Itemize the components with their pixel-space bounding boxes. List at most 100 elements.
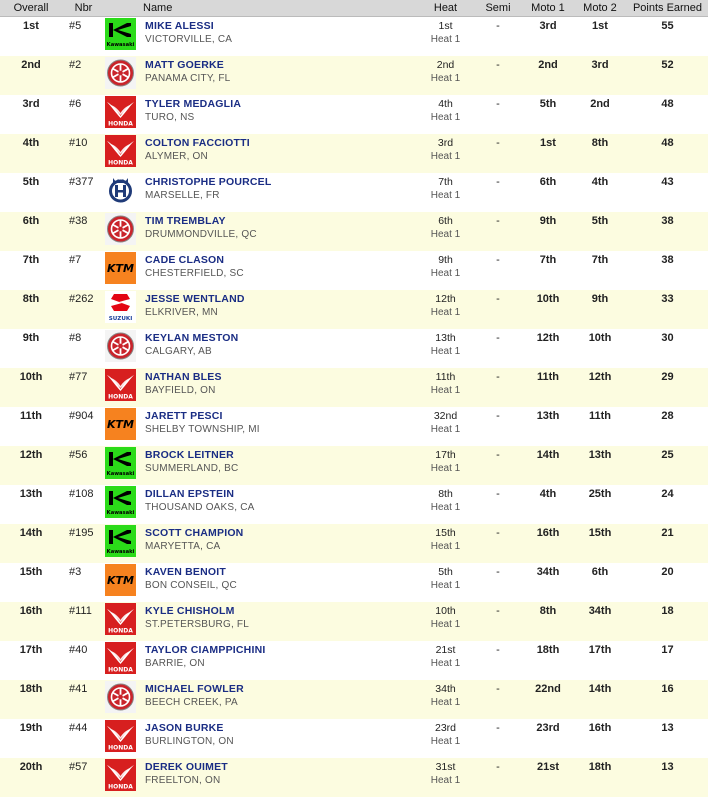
heat-cell: 13thHeat 1 — [418, 329, 473, 368]
moto2-result: 13th — [573, 446, 627, 485]
rider-name[interactable]: COLTON FACCIOTTI — [145, 137, 418, 149]
rider-cell: TIM TREMBLAYDRUMMONDVILLE, QC — [139, 212, 418, 251]
heat-cell: 3rdHeat 1 — [418, 134, 473, 173]
table-row[interactable]: 6th#38TIM TREMBLAYDRUMMONDVILLE, QC6thHe… — [0, 212, 708, 251]
table-row[interactable]: 4th#10HONDACOLTON FACCIOTTIALYMER, ON3rd… — [0, 134, 708, 173]
table-row[interactable]: 8th#262SUZUKIJESSE WENTLANDELKRIVER, MN1… — [0, 290, 708, 329]
heat-cell: 10thHeat 1 — [418, 602, 473, 641]
heat-label: Heat 1 — [418, 541, 473, 552]
table-row[interactable]: 9th#8KEYLAN MESTONCALGARY, AB13thHeat 1-… — [0, 329, 708, 368]
moto1-result: 6th — [523, 173, 573, 212]
header-points[interactable]: Points Earned — [627, 0, 708, 17]
brand-cell: Kawasaki — [105, 446, 139, 485]
moto2-result: 34th — [573, 602, 627, 641]
rider-name[interactable]: TYLER MEDAGLIA — [145, 98, 418, 110]
table-row[interactable]: 11th#904KTMJARETT PESCISHELBY TOWNSHIP, … — [0, 407, 708, 446]
ktm-logo-icon: KTM — [105, 252, 136, 284]
honda-logo-icon: HONDA — [105, 603, 136, 635]
rider-name[interactable]: MICHAEL FOWLER — [145, 683, 418, 695]
rider-name[interactable]: KYLE CHISHOLM — [145, 605, 418, 617]
rider-cell: KYLE CHISHOLMST.PETERSBURG, FL — [139, 602, 418, 641]
header-semi[interactable]: Semi — [473, 0, 523, 17]
rider-name[interactable]: SCOTT CHAMPION — [145, 527, 418, 539]
brand-cell: Kawasaki — [105, 485, 139, 524]
table-row[interactable]: 14th#195KawasakiSCOTT CHAMPIONMARYETTA, … — [0, 524, 708, 563]
heat-cell: 7thHeat 1 — [418, 173, 473, 212]
rider-cell: CADE CLASON CHESTERFIELD, SC — [139, 251, 418, 290]
heat-cell: 1stHeat 1 — [418, 17, 473, 57]
heat-cell: 32ndHeat 1 — [418, 407, 473, 446]
semi-result: - — [473, 407, 523, 446]
table-row[interactable]: 1st#5KawasakiMIKE ALESSIVICTORVILLE, CA1… — [0, 17, 708, 57]
header-overall[interactable]: Overall — [0, 0, 62, 17]
rider-name[interactable]: JASON BURKE — [145, 722, 418, 734]
rider-name[interactable]: CADE CLASON — [145, 254, 418, 266]
rider-name[interactable]: CHRISTOPHE POURCEL — [145, 176, 418, 188]
rider-name[interactable]: TAYLOR CIAMPPICHINI — [145, 644, 418, 656]
svg-text:HONDA: HONDA — [108, 667, 133, 674]
rider-name[interactable]: MATT GOERKE — [145, 59, 418, 71]
table-row[interactable]: 10th#77HONDANATHAN BLESBAYFIELD, ON11thH… — [0, 368, 708, 407]
table-row[interactable]: 5th#377CHRISTOPHE POURCELMARSELLE, FR7th… — [0, 173, 708, 212]
table-row[interactable]: 2nd#2MATT GOERKEPANAMA CITY, FL2ndHeat 1… — [0, 56, 708, 95]
heat-cell: 8thHeat 1 — [418, 485, 473, 524]
points-earned: 17 — [627, 641, 708, 680]
table-row[interactable]: 20th#57HONDADEREK OUIMETFREELTON, ON31st… — [0, 758, 708, 797]
honda-logo-icon: HONDA — [105, 642, 136, 674]
brand-cell: HONDA — [105, 134, 139, 173]
overall-position: 4th — [0, 134, 62, 173]
semi-result: - — [473, 212, 523, 251]
svg-text:HONDA: HONDA — [108, 745, 133, 752]
table-row[interactable]: 17th#40HONDATAYLOR CIAMPPICHINIBARRIE, O… — [0, 641, 708, 680]
rider-name[interactable]: KEYLAN MESTON — [145, 332, 418, 344]
rider-location: CHESTERFIELD, SC — [145, 268, 418, 279]
header-moto2[interactable]: Moto 2 — [573, 0, 627, 17]
heat-label: Heat 1 — [418, 502, 473, 513]
table-row[interactable]: 19th#44HONDAJASON BURKEBURLINGTON, ON23r… — [0, 719, 708, 758]
rider-name[interactable]: NATHAN BLES — [145, 371, 418, 383]
overall-position: 19th — [0, 719, 62, 758]
rider-name[interactable]: KAVEN BENOIT — [145, 566, 418, 578]
points-earned: 29 — [627, 368, 708, 407]
moto2-result: 4th — [573, 173, 627, 212]
table-row[interactable]: 12th#56KawasakiBROCK LEITNERSUMMERLAND, … — [0, 446, 708, 485]
header-nbr[interactable]: Nbr — [62, 0, 105, 17]
rider-number: #377 — [62, 173, 105, 212]
header-name[interactable]: Name — [105, 0, 418, 17]
rider-name[interactable]: DEREK OUIMET — [145, 761, 418, 773]
table-row[interactable]: 7th#7KTMCADE CLASONCHESTERFIELD, SC9thHe… — [0, 251, 708, 290]
svg-text:HONDA: HONDA — [108, 628, 133, 635]
table-row[interactable]: 16th#111HONDAKYLE CHISHOLMST.PETERSBURG,… — [0, 602, 708, 641]
semi-result: - — [473, 368, 523, 407]
rider-name[interactable]: MIKE ALESSI — [145, 20, 418, 32]
rider-location: BURLINGTON, ON — [145, 736, 418, 747]
moto1-result: 22nd — [523, 680, 573, 719]
overall-position: 11th — [0, 407, 62, 446]
rider-name[interactable]: DILLAN EPSTEIN — [145, 488, 418, 500]
heat-label: Heat 1 — [418, 658, 473, 669]
rider-number: #8 — [62, 329, 105, 368]
yamaha-logo-icon — [105, 681, 136, 713]
rider-name[interactable]: JESSE WENTLAND — [145, 293, 418, 305]
heat-result: 13th — [418, 332, 473, 344]
table-row[interactable]: 13th#108KawasakiDILLAN EPSTEINTHOUSAND O… — [0, 485, 708, 524]
table-row[interactable]: 3rd#6HONDATYLER MEDAGLIATURO, NS4thHeat … — [0, 95, 708, 134]
table-row[interactable]: 15th#3KTMKAVEN BENOITBON CONSEIL, QC5thH… — [0, 563, 708, 602]
semi-result: - — [473, 329, 523, 368]
honda-logo-icon: HONDA — [105, 720, 136, 752]
moto2-result: 17th — [573, 641, 627, 680]
rider-name[interactable]: BROCK LEITNER — [145, 449, 418, 461]
rider-name[interactable]: TIM TREMBLAY — [145, 215, 418, 227]
table-row[interactable]: 18th#41MICHAEL FOWLERBEECH CREEK, PA34th… — [0, 680, 708, 719]
heat-result: 5th — [418, 566, 473, 578]
semi-result: - — [473, 680, 523, 719]
header-heat[interactable]: Heat — [418, 0, 473, 17]
header-moto1[interactable]: Moto 1 — [523, 0, 573, 17]
rider-name[interactable]: JARETT PESCI — [145, 410, 418, 422]
rider-cell: TAYLOR CIAMPPICHINIBARRIE, ON — [139, 641, 418, 680]
overall-position: 13th — [0, 485, 62, 524]
moto2-result: 9th — [573, 290, 627, 329]
points-earned: 52 — [627, 56, 708, 95]
moto2-result: 8th — [573, 134, 627, 173]
moto2-result: 10th — [573, 329, 627, 368]
